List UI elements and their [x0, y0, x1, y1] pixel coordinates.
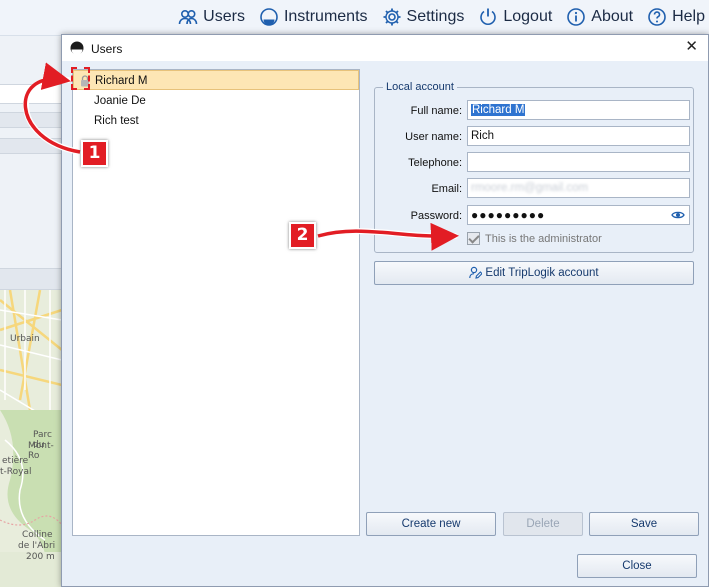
instrument-icon — [260, 8, 278, 26]
map-label: etière — [2, 456, 29, 466]
nav-settings[interactable]: Settings — [382, 7, 465, 27]
top-navigation: Users Instruments Settings Logout About … — [178, 7, 705, 27]
nav-users-label: Users — [203, 8, 245, 25]
admin-checkbox-row: This is the administrator — [467, 232, 602, 245]
user-name-field[interactable]: Rich — [467, 126, 690, 146]
background-strip — [0, 268, 62, 290]
map-label: 200 m — [26, 552, 55, 562]
telephone-label: Telephone: — [408, 157, 462, 169]
nav-instruments[interactable]: Instruments — [259, 7, 368, 27]
background-strip — [0, 112, 62, 128]
nav-about[interactable]: About — [566, 7, 633, 27]
map-label: t-Royal — [0, 467, 32, 477]
edit-triplogik-account-label: Edit TripLogik account — [485, 267, 599, 279]
dialog-title-bar: Users ✕ — [62, 35, 708, 61]
full-name-field[interactable]: Richard M — [467, 100, 690, 120]
nav-about-label: About — [591, 8, 634, 25]
map-label: Mont-Ro — [28, 441, 54, 461]
eye-icon[interactable] — [671, 209, 685, 221]
info-icon — [567, 8, 586, 26]
create-new-label: Create new — [401, 518, 461, 530]
user-name-value: Rich — [471, 130, 495, 142]
edit-triplogik-account-button[interactable]: Edit TripLogik account — [374, 261, 694, 285]
save-button[interactable]: Save — [589, 512, 699, 536]
gear-icon — [383, 8, 401, 26]
close-button[interactable]: Close — [577, 554, 697, 578]
user-name-label: User name: — [405, 131, 462, 143]
delete-label: Delete — [526, 518, 560, 530]
nav-logout-label: Logout — [503, 8, 553, 25]
background-map: Urbain Parc du Mont-Ro etière t-Royal Co… — [0, 290, 62, 587]
user-name: Joanie De — [94, 95, 146, 107]
user-edit-icon — [469, 267, 483, 280]
close-label: Close — [622, 560, 652, 572]
user-name: Rich test — [94, 115, 139, 127]
app-top-bar: Users Instruments Settings Logout About … — [0, 0, 709, 36]
step-badge-1: 1 — [81, 140, 108, 167]
nav-instruments-label: Instruments — [283, 8, 368, 25]
user-name: Richard M — [95, 75, 148, 87]
users-icon — [178, 9, 198, 25]
app-logo-icon — [70, 41, 84, 55]
password-field[interactable]: ●●●●●●●●● — [467, 205, 690, 225]
users-dialog: Users ✕ Richard M Joanie De Rich test Lo… — [61, 34, 709, 587]
admin-checkbox[interactable] — [467, 232, 480, 245]
email-field[interactable]: rmoore.rm@gmail.com — [467, 178, 690, 198]
power-icon — [480, 8, 497, 25]
nav-logout[interactable]: Logout — [478, 7, 552, 27]
email-label: Email: — [431, 183, 462, 195]
full-name-value: Richard M — [471, 104, 526, 116]
admin-checkbox-label: This is the administrator — [485, 232, 602, 245]
background-field — [0, 84, 62, 104]
email-value: rmoore.rm@gmail.com — [471, 182, 589, 194]
step-badge-2: 2 — [289, 222, 316, 249]
dialog-title: Users — [91, 42, 123, 56]
nav-settings-label: Settings — [406, 8, 465, 25]
background-strip — [0, 138, 62, 154]
nav-help-label: Help — [672, 8, 705, 25]
nav-help[interactable]: Help — [647, 7, 705, 27]
map-label: Colline — [22, 530, 53, 540]
local-account-legend: Local account — [383, 81, 457, 93]
nav-users[interactable]: Users — [178, 7, 245, 27]
highlight-lock-box — [71, 67, 90, 90]
map-label: de l'Abri — [18, 541, 56, 551]
create-new-button[interactable]: Create new — [366, 512, 496, 536]
telephone-field[interactable] — [467, 152, 690, 172]
save-label: Save — [630, 518, 658, 530]
user-list-item-richard[interactable]: Richard M — [73, 70, 359, 90]
close-icon[interactable]: ✕ — [685, 39, 698, 55]
password-value: ●●●●●●●●● — [471, 208, 546, 222]
help-icon — [648, 8, 666, 26]
full-name-label: Full name: — [410, 105, 462, 117]
map-label: Urbain — [10, 334, 40, 344]
password-label: Password: — [410, 210, 462, 222]
delete-button[interactable]: Delete — [503, 512, 583, 536]
